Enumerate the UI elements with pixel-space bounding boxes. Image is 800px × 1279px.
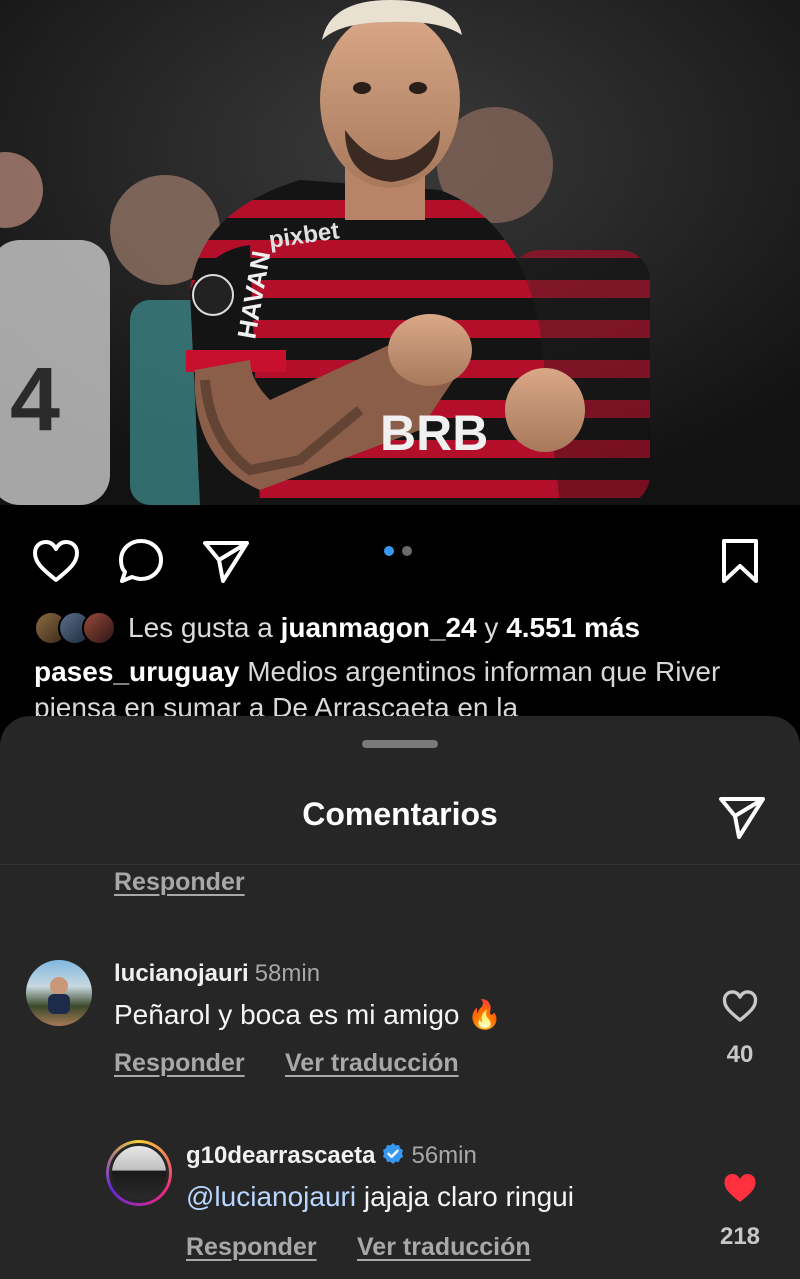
share-paper-plane-icon[interactable] <box>712 792 772 842</box>
avatar[interactable] <box>26 960 92 1026</box>
comment-username[interactable]: lucianojauri 58min <box>114 960 320 988</box>
likes-joiner: y <box>476 612 507 643</box>
likes-summary[interactable]: Les gusta a juanmagon_24 y 4.551 más <box>34 606 640 650</box>
avatar-story-ring[interactable] <box>106 1140 172 1206</box>
caption-username[interactable]: pases_uruguay <box>34 656 239 687</box>
sheet-title: Comentarios <box>302 796 498 832</box>
liker-avatar <box>82 611 116 645</box>
comment-username[interactable]: g10dearrascaeta 56min <box>186 1142 477 1173</box>
comment-time: 58min <box>254 960 321 987</box>
comment-bubble-icon[interactable] <box>113 533 169 589</box>
comment-text: @lucianojauri jajaja claro ringui <box>186 1181 574 1213</box>
likes-user-link[interactable]: juanmagon_24 <box>281 612 477 644</box>
save-bookmark-icon[interactable] <box>712 533 768 589</box>
comment-like-count: 40 <box>726 1041 754 1068</box>
carousel-dot <box>402 546 412 556</box>
sheet-drag-handle[interactable] <box>362 740 438 748</box>
carousel-indicator <box>384 546 412 556</box>
reply-button[interactable]: Responder <box>114 868 245 897</box>
translate-button[interactable]: Ver traducción <box>357 1233 531 1262</box>
sheet-divider <box>0 864 800 865</box>
comment-like-count: 218 <box>719 1223 761 1250</box>
comment-body: jajaja claro ringui <box>356 1181 574 1212</box>
comment-like-heart-filled-icon[interactable] <box>716 1166 764 1210</box>
mention-link[interactable]: @lucianojauri <box>186 1181 356 1212</box>
comment-time: 56min <box>411 1142 477 1169</box>
comments-sheet: Comentarios Responder lucianojauri 58min … <box>0 716 800 1279</box>
comment-text: Peñarol y boca es mi amigo 🔥 <box>114 999 503 1030</box>
like-heart-icon[interactable] <box>28 533 84 589</box>
comment-like-heart-icon[interactable] <box>716 984 764 1028</box>
carousel-dot-active <box>384 546 394 556</box>
reply-button[interactable]: Responder <box>114 1049 245 1078</box>
likes-prefix: Les gusta a <box>128 612 281 643</box>
verified-badge-icon <box>381 1142 405 1173</box>
translate-button[interactable]: Ver traducción <box>285 1049 459 1078</box>
liker-avatars <box>34 611 116 645</box>
jersey-sponsor-chest: BRB <box>380 405 488 461</box>
avatar <box>109 1143 169 1203</box>
username-text[interactable]: g10dearrascaeta <box>186 1142 375 1169</box>
reply-button[interactable]: Responder <box>186 1233 317 1262</box>
username-text[interactable]: lucianojauri <box>114 960 249 987</box>
svg-text:4: 4 <box>10 350 60 450</box>
post-photo[interactable]: 4 BRB pixbet HAVAN <box>0 0 800 505</box>
share-paper-plane-icon[interactable] <box>198 533 254 589</box>
likes-count-link[interactable]: 4.551 más <box>506 612 640 644</box>
post-caption: pases_uruguay Medios argentinos informan… <box>34 654 774 716</box>
